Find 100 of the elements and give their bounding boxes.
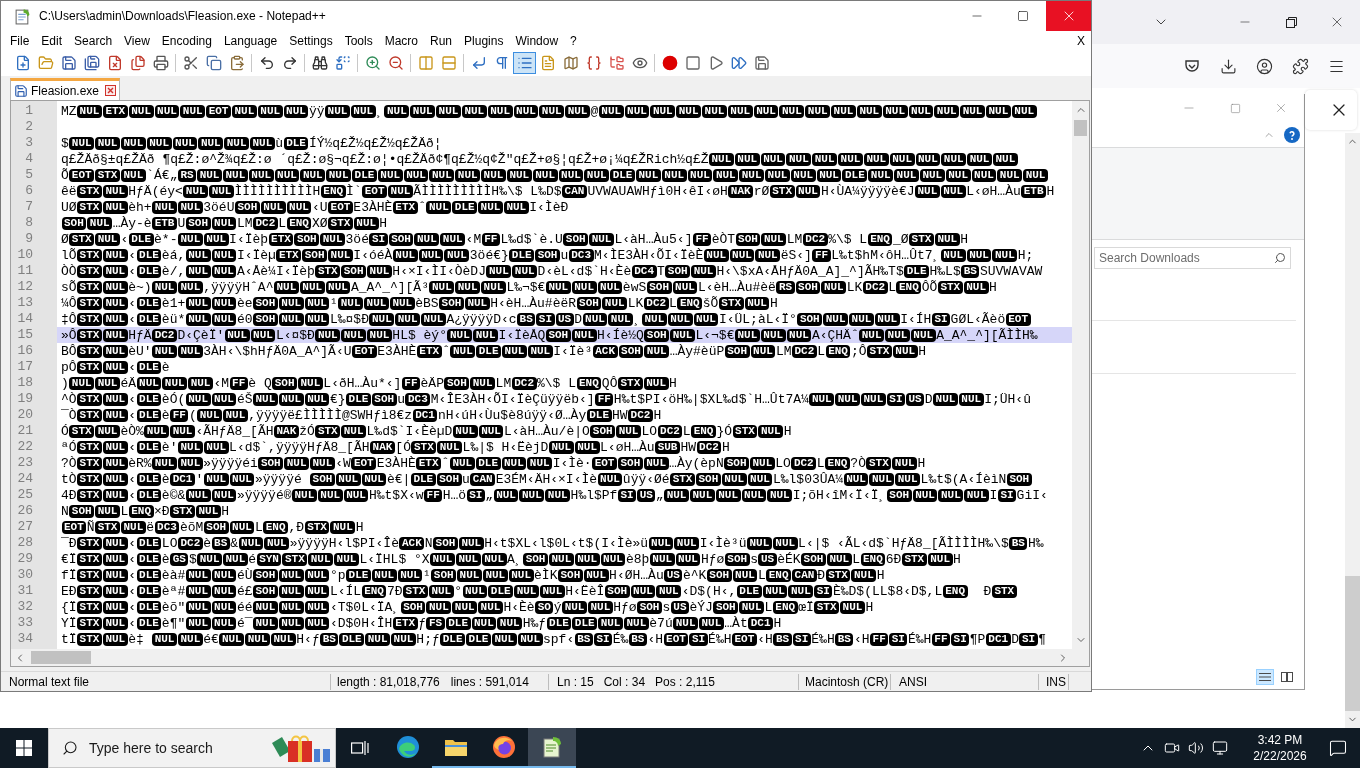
scrollbar-thumb[interactable] — [1074, 120, 1087, 137]
scrollbar-thumb[interactable] — [31, 651, 91, 665]
code-text: H — [379, 214, 387, 233]
clock-time[interactable]: 3:42 PM — [1257, 732, 1303, 748]
code-text: è — [161, 550, 170, 569]
control-char-badge: NUL — [325, 104, 350, 118]
code-text: A_A^_^][Ã — [350, 278, 422, 297]
menu-item[interactable]: Plugins — [458, 31, 510, 51]
control-char-badge: NUL — [102, 456, 128, 470]
code-text: u — [462, 470, 470, 489]
control-char-badge: BS — [320, 632, 339, 646]
menu-item[interactable]: ? — [564, 31, 583, 51]
menu-item[interactable]: Language — [217, 31, 284, 51]
code-text: ,Ð — [288, 518, 305, 536]
control-char-badge: NUL — [437, 440, 463, 454]
control-char-badge: NUL — [656, 584, 682, 598]
code-text: »Ô — [61, 326, 77, 344]
view-toggle-button[interactable] — [1278, 669, 1296, 685]
control-char-badge: DLE — [136, 248, 162, 262]
control-char-badge: NUL — [908, 104, 934, 118]
document-type: Normal text file — [9, 674, 90, 689]
horizontal-scrollbar[interactable] — [11, 649, 1072, 667]
menu-item[interactable]: Run — [424, 31, 459, 51]
control-char-badge: SOH — [371, 392, 397, 406]
document-tab[interactable]: Fleasion.exe — [10, 78, 121, 101]
menu-item[interactable]: Edit — [35, 31, 69, 51]
taskbar-app-button[interactable] — [528, 728, 576, 768]
code-text: ( — [188, 406, 197, 425]
control-char-badge: NUL — [338, 296, 364, 310]
code-text: I‹ÜL;àL‹Ï° — [718, 310, 797, 329]
line-ending: Macintosh (CR) — [805, 673, 889, 691]
page-scrollbar[interactable] — [1345, 133, 1360, 728]
control-char-badge: STX — [77, 264, 102, 278]
control-char-badge: NUL — [487, 104, 513, 118]
camera-icon[interactable] — [1164, 740, 1180, 756]
line-number: 1 — [24, 103, 34, 120]
scrollbar-thumb[interactable] — [1345, 576, 1360, 711]
control-char-badge: SOH — [294, 232, 320, 246]
code-text: u — [560, 246, 569, 264]
control-char-badge: NUL — [462, 584, 488, 598]
monitor-icon[interactable] — [1212, 740, 1228, 756]
split-columns-icon — [417, 55, 434, 72]
control-char-badge: NUL — [250, 136, 275, 150]
vertical-scrollbar[interactable] — [1072, 101, 1089, 650]
control-char-badge: STX — [77, 456, 102, 470]
control-char-badge: NUL — [152, 456, 177, 470]
clock-date[interactable]: 2/22/2026 — [1253, 748, 1307, 764]
control-char-badge: SI — [466, 488, 485, 502]
control-char-badge: NUL — [102, 568, 128, 582]
line-number: 12 — [16, 279, 34, 296]
control-char-badge: DLE — [572, 616, 598, 630]
code-text: èwS — [622, 278, 647, 297]
code-text: H — [221, 502, 230, 521]
control-char-badge: NUL — [868, 168, 894, 182]
speaker-icon[interactable] — [1188, 740, 1204, 756]
code-text: U — [177, 214, 186, 233]
control-char-badge: DLE — [136, 472, 162, 486]
code-text: »ÿÿÿÿH‹l$PI‹Îè — [289, 534, 399, 553]
control-char-badge: NUL — [120, 520, 146, 534]
code-text: L‹¤$Ð — [275, 326, 315, 344]
control-char-badge: DC1 — [748, 616, 774, 630]
code-text: 4Ð — [61, 486, 77, 505]
control-char-badge: SOH — [557, 568, 583, 582]
code-text: ˆ — [442, 342, 450, 361]
help-icon[interactable] — [1284, 126, 1300, 143]
menu-item[interactable]: File — [4, 31, 36, 51]
control-char-badge: NUL — [229, 520, 255, 534]
control-char-badge: DC2 — [791, 456, 817, 470]
code-text: L‹àH…Àu/è|O — [504, 422, 590, 441]
control-char-badge: NUL — [674, 536, 700, 550]
control-char-badge: NUL — [501, 456, 527, 470]
search-field[interactable]: Search Downloads — [1094, 247, 1291, 269]
control-char-badge: ETX — [268, 232, 294, 246]
code-text: ‹M — [465, 230, 482, 249]
menu-item[interactable]: Macro — [378, 31, 424, 51]
menu-item[interactable]: Settings — [283, 31, 339, 51]
control-char-badge: BS — [961, 264, 980, 278]
view-toggle-button[interactable] — [1256, 669, 1274, 685]
line-number: 5 — [24, 167, 34, 184]
menu-item[interactable]: Encoding — [155, 31, 218, 51]
control-char-badge: SOH — [644, 328, 670, 342]
control-char-badge: NUL — [927, 552, 953, 566]
code-text: H — [865, 598, 874, 617]
copy-icon — [205, 55, 222, 72]
control-char-badge: NUL — [361, 472, 387, 486]
close-document-button[interactable]: X — [1077, 32, 1085, 50]
menu-item[interactable]: View — [118, 31, 156, 51]
control-char-badge: NUL — [102, 488, 128, 502]
control-char-badge: NUL — [967, 152, 992, 166]
code-text: {Ï — [61, 598, 77, 617]
control-char-badge: NUL — [589, 232, 614, 246]
search-field[interactable]: Type here to search — [48, 728, 336, 768]
menu-item[interactable]: Search — [68, 31, 119, 51]
control-char-badge: NUL — [941, 152, 967, 166]
menu-item[interactable]: Tools — [338, 31, 379, 51]
control-char-badge: SOH — [604, 584, 630, 598]
code-text: A¿ÿÿÿÿD‹c — [446, 310, 517, 329]
code-text: H;ƒ — [416, 630, 440, 649]
menu-item[interactable]: Window — [509, 31, 565, 51]
control-char-badge: NUL — [102, 584, 128, 598]
